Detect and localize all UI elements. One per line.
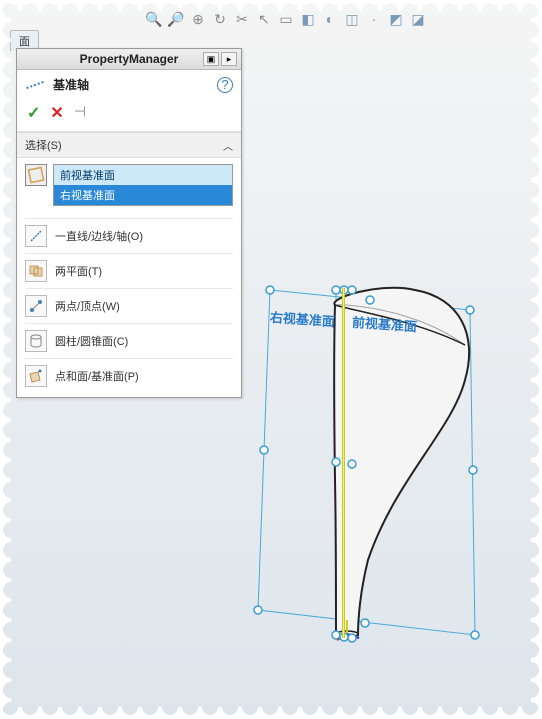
pm-expand-icon[interactable]: ▣ — [203, 52, 219, 66]
pm-action-row: ✓ ✕ ⊣ — [17, 99, 241, 132]
magnify-icon[interactable]: ⊕ — [189, 10, 207, 28]
two-planes-icon — [25, 260, 47, 282]
two-points-icon — [25, 295, 47, 317]
list-item[interactable]: 右视基准面 — [54, 185, 232, 205]
help-icon[interactable]: ? — [217, 77, 233, 93]
pm-next-icon[interactable]: ▸ — [221, 52, 237, 66]
zoom-icon[interactable]: 🔎 — [167, 10, 185, 28]
separator-icon: · — [365, 10, 383, 28]
render-icon[interactable]: ◩ — [387, 10, 405, 28]
hidden-lines-icon[interactable]: ◫ — [343, 10, 361, 28]
view-cube-icon[interactable]: ◪ — [409, 10, 427, 28]
chevron-up-icon: ︿ — [223, 138, 233, 153]
pm-feature-name: 基准轴 — [53, 76, 209, 93]
list-item[interactable]: 前视基准面 — [54, 165, 232, 185]
cancel-button[interactable]: ✕ — [50, 103, 63, 123]
line-icon — [25, 225, 47, 247]
option-point-plane[interactable]: 点和面/基准面(P) — [17, 361, 241, 391]
ok-button[interactable]: ✓ — [27, 103, 40, 123]
selection-header[interactable]: 选择(S) ︿ — [17, 132, 241, 158]
selection-list[interactable]: 前视基准面 右视基准面 — [53, 164, 233, 206]
rotate-icon[interactable]: ↻ — [211, 10, 229, 28]
display-style-icon[interactable]: ◧ — [299, 10, 317, 28]
property-manager-panel: PropertyManager ▣ ▸ 基准轴 ? ✓ ✕ ⊣ 选择(S) ︿ — [16, 48, 242, 398]
pin-button[interactable]: ⊣ — [74, 103, 86, 123]
pm-feature-row: 基准轴 ? — [17, 70, 241, 99]
top-view-toolbar: 🔍 🔎 ⊕ ↻ ✂ ↖ ▭ ◧ ◐ ◫ · ◩ ◪ — [145, 10, 427, 28]
reference-plane-icon[interactable] — [25, 164, 47, 186]
option-line-edge-axis[interactable]: 一直线/边线/轴(O) — [17, 221, 241, 251]
pm-titlebar: PropertyManager ▣ ▸ — [17, 49, 241, 70]
cursor-icon[interactable]: ↖ — [255, 10, 273, 28]
option-two-points[interactable]: 两点/顶点(W) — [17, 291, 241, 321]
shade-icon[interactable]: ◐ — [321, 10, 339, 28]
reference-axis-preview[interactable] — [342, 288, 345, 638]
pm-title: PropertyManager — [80, 52, 179, 66]
model-viewport-svg — [240, 250, 530, 670]
axis-icon — [25, 84, 45, 86]
selection-section: 选择(S) ︿ 前视基准面 右视基准面 一直线/边线/轴(O) — [17, 132, 241, 397]
sheet-icon[interactable]: ▭ — [277, 10, 295, 28]
section-icon[interactable]: ✂ — [233, 10, 251, 28]
cylinder-icon — [25, 330, 47, 352]
search-icon[interactable]: 🔍 — [145, 10, 163, 28]
option-cylinder-cone[interactable]: 圆柱/圆锥面(C) — [17, 326, 241, 356]
point-plane-icon — [25, 365, 47, 387]
option-two-planes[interactable]: 两平面(T) — [17, 256, 241, 286]
